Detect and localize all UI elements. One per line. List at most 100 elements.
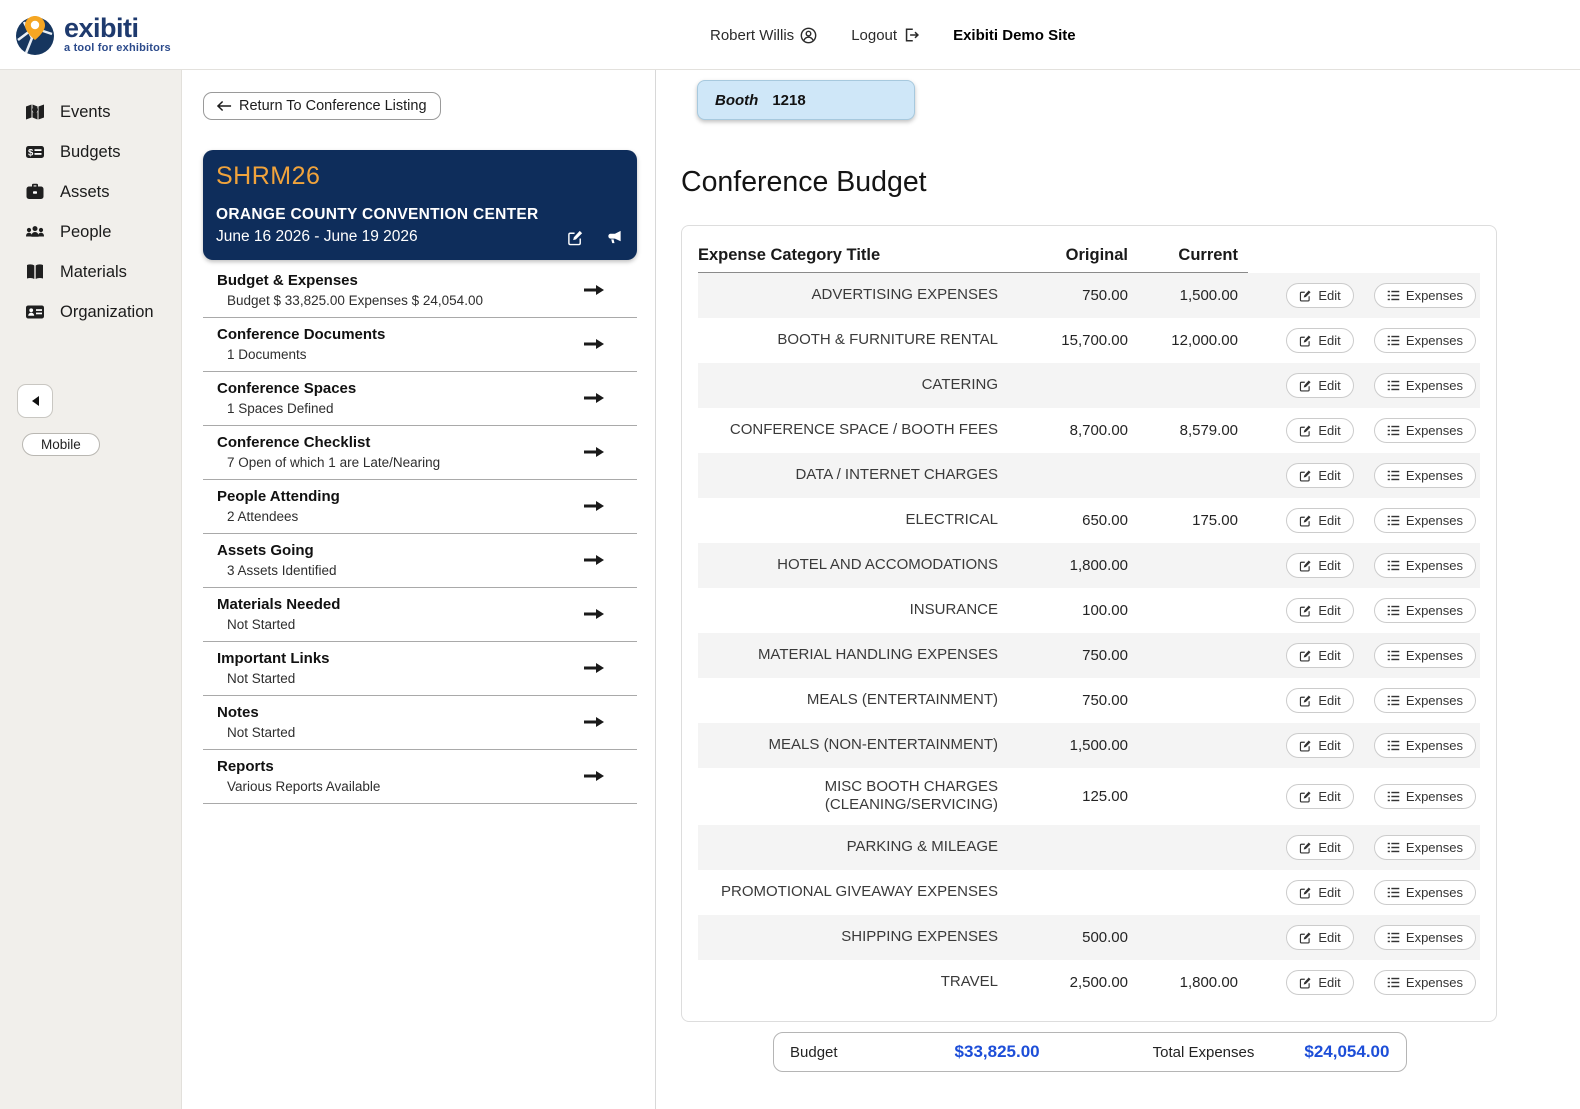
original-amount: 750.00 <box>1082 691 1128 709</box>
list-icon <box>1387 424 1400 437</box>
expenses-button[interactable]: Expenses <box>1373 417 1476 443</box>
expenses-button[interactable]: Expenses <box>1373 282 1476 308</box>
edit-button[interactable]: Edit <box>1286 372 1354 398</box>
edit-button[interactable]: Edit <box>1286 642 1354 668</box>
sidebar-nav: Events $ Budgets Assets People Materials <box>0 92 181 332</box>
edit-button[interactable]: Edit <box>1286 835 1354 860</box>
arrow-right-icon[interactable] <box>583 606 605 622</box>
expenses-button-label: Expenses <box>1405 930 1463 945</box>
current-amount <box>1138 768 1248 826</box>
expenses-button[interactable]: Expenses <box>1373 462 1476 488</box>
conference-section-item[interactable]: People Attending 2 Attendees <box>203 480 637 534</box>
edit-button[interactable]: Edit <box>1286 552 1354 578</box>
section-title: Important Links <box>217 650 330 667</box>
col-header-current: Current <box>1138 238 1248 273</box>
conference-section-item[interactable]: Conference Spaces 1 Spaces Defined <box>203 372 637 426</box>
original-amount: 1,500.00 <box>1069 736 1128 754</box>
sidebar-item-materials[interactable]: Materials <box>0 252 181 292</box>
announce-megaphone-button[interactable] <box>606 229 623 246</box>
edit-button[interactable]: Edit <box>1286 970 1354 995</box>
budget-total-value: $33,825.00 <box>954 1042 1040 1061</box>
list-icon <box>1387 604 1400 617</box>
sidebar-collapse-button[interactable] <box>17 384 53 418</box>
arrow-right-icon[interactable] <box>583 498 605 514</box>
current-amount: 175.00 <box>1192 511 1238 529</box>
edit-button[interactable]: Edit <box>1286 282 1354 308</box>
mobile-button[interactable]: Mobile <box>22 433 100 456</box>
conference-section-item[interactable]: Conference Checklist 7 Open of which 1 a… <box>203 426 637 480</box>
section-subtitle: Various Reports Available <box>227 779 381 794</box>
section-title: Conference Checklist <box>217 434 371 451</box>
expenses-button[interactable]: Expenses <box>1373 507 1476 533</box>
pencil-square-icon <box>1299 424 1312 437</box>
user-menu-button[interactable]: Robert Willis <box>710 27 817 44</box>
edit-button[interactable]: Edit <box>1286 462 1354 488</box>
conference-section-item[interactable]: Reports Various Reports Available <box>203 750 637 804</box>
list-icon <box>1387 649 1400 662</box>
section-title: People Attending <box>217 488 340 505</box>
edit-button[interactable]: Edit <box>1286 732 1354 758</box>
arrow-right-icon[interactable] <box>583 390 605 406</box>
edit-button-label: Edit <box>1318 788 1341 804</box>
expenses-button[interactable]: Expenses <box>1373 552 1476 578</box>
arrow-right-icon[interactable] <box>583 336 605 352</box>
original-amount <box>998 825 1138 870</box>
edit-button[interactable]: Edit <box>1286 880 1354 905</box>
conference-section-item[interactable]: Notes Not Started <box>203 696 637 750</box>
sidebar-item-budgets[interactable]: $ Budgets <box>0 132 181 172</box>
edit-button[interactable]: Edit <box>1286 327 1354 353</box>
arrow-right-icon[interactable] <box>583 444 605 460</box>
sidebar-item-organization[interactable]: Organization <box>0 292 181 332</box>
conference-section-item[interactable]: Budget & Expenses Budget $ 33,825.00 Exp… <box>203 264 637 318</box>
expenses-button[interactable]: Expenses <box>1373 597 1476 623</box>
expenses-button[interactable]: Expenses <box>1373 687 1476 713</box>
edit-button[interactable]: Edit <box>1286 925 1354 950</box>
expenses-button[interactable]: Expenses <box>1373 970 1476 995</box>
booth-badge[interactable]: Booth 1218 <box>697 80 915 120</box>
sidebar-item-assets[interactable]: Assets <box>0 172 181 212</box>
edit-button[interactable]: Edit <box>1286 783 1354 809</box>
app-logo[interactable]: exibiti a tool for exhibitors <box>0 14 171 56</box>
conference-section-item[interactable]: Conference Documents 1 Documents <box>203 318 637 372</box>
arrow-right-icon[interactable] <box>583 552 605 568</box>
current-amount <box>1138 723 1248 768</box>
expenses-button[interactable]: Expenses <box>1373 372 1476 398</box>
logout-button[interactable]: Logout <box>851 27 920 44</box>
expenses-button[interactable]: Expenses <box>1373 835 1476 860</box>
expenses-button[interactable]: Expenses <box>1373 732 1476 758</box>
conference-section-item[interactable]: Assets Going 3 Assets Identified <box>203 534 637 588</box>
original-amount: 500.00 <box>1082 929 1128 946</box>
arrow-right-icon[interactable] <box>583 768 605 784</box>
sidebar-item-events[interactable]: Events <box>0 92 181 132</box>
table-row: INSURANCE 100.00 Edit Expenses <box>698 588 1480 633</box>
budget-total-label: Budget <box>790 1043 838 1061</box>
expenses-button-label: Expenses <box>1405 840 1463 855</box>
edit-conference-button[interactable] <box>567 229 584 246</box>
arrow-right-icon[interactable] <box>583 282 605 298</box>
arrow-right-icon[interactable] <box>583 660 605 676</box>
conference-section-item[interactable]: Important Links Not Started <box>203 642 637 696</box>
expenses-button[interactable]: Expenses <box>1373 880 1476 905</box>
edit-button[interactable]: Edit <box>1286 687 1354 713</box>
sidebar-item-people[interactable]: People <box>0 212 181 252</box>
expenses-button-label: Expenses <box>1405 287 1463 303</box>
expenses-button[interactable]: Expenses <box>1373 327 1476 353</box>
original-amount: 15,700.00 <box>1061 331 1128 349</box>
table-row: MISC BOOTH CHARGES (CLEANING/SERVICING) … <box>698 768 1480 826</box>
conference-section-item[interactable]: Materials Needed Not Started <box>203 588 637 642</box>
edit-button[interactable]: Edit <box>1286 507 1354 533</box>
sidebar-item-label: Events <box>60 102 111 121</box>
edit-button[interactable]: Edit <box>1286 417 1354 443</box>
expense-category: DATA / INTERNET CHARGES <box>795 465 998 483</box>
edit-button[interactable]: Edit <box>1286 597 1354 623</box>
expenses-button[interactable]: Expenses <box>1373 642 1476 668</box>
expenses-button[interactable]: Expenses <box>1373 783 1476 809</box>
return-to-listing-button[interactable]: Return To Conference Listing <box>203 92 441 120</box>
arrow-right-icon[interactable] <box>583 714 605 730</box>
original-amount: 1,800.00 <box>1069 556 1128 574</box>
edit-button-label: Edit <box>1318 647 1341 663</box>
current-amount <box>1138 678 1248 723</box>
expenses-button[interactable]: Expenses <box>1373 925 1476 950</box>
section-subtitle: 1 Spaces Defined <box>227 401 334 416</box>
original-amount: 2,500.00 <box>1069 974 1128 991</box>
